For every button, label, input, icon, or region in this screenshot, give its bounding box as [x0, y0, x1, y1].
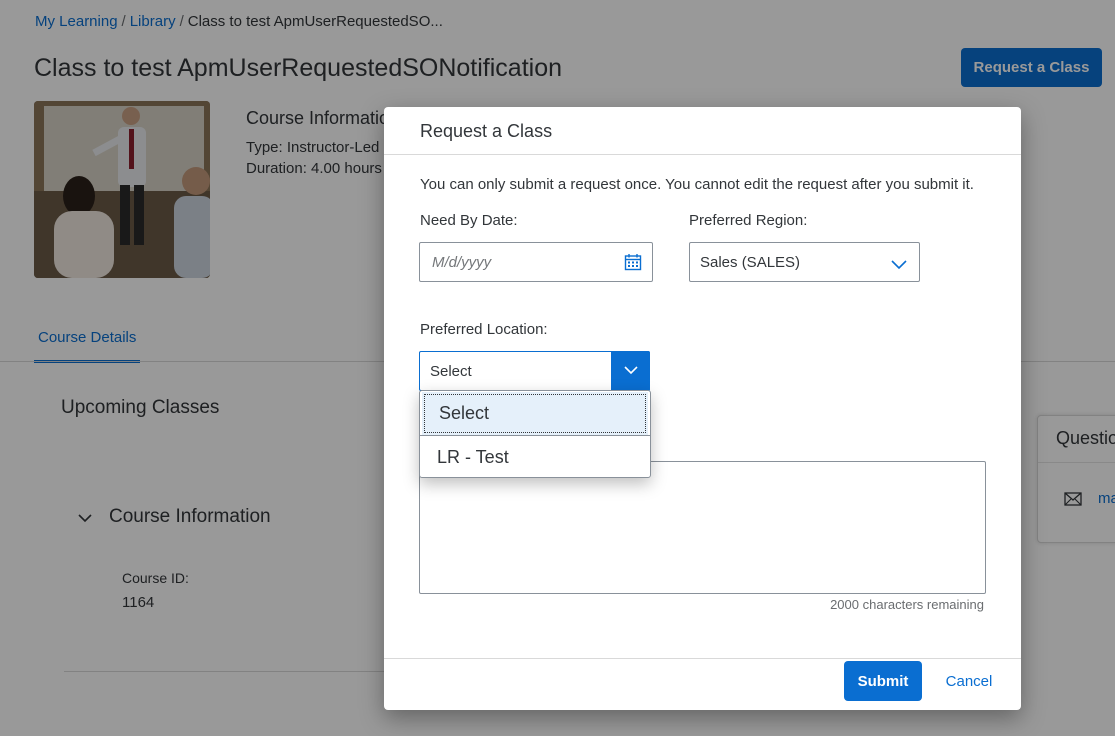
location-dropdown-list: Select LR - Test [419, 390, 651, 478]
dialog-header: Request a Class [384, 107, 1021, 155]
cancel-button[interactable]: Cancel [932, 661, 1006, 701]
location-dropdown-button[interactable] [611, 351, 650, 391]
characters-remaining: 2000 characters remaining [830, 597, 984, 612]
preferred-location-label: Preferred Location: [420, 321, 548, 338]
preferred-location-select[interactable]: Select [419, 351, 650, 391]
dialog-notice: You can only submit a request once. You … [420, 176, 974, 193]
comments-textarea[interactable] [419, 461, 986, 594]
preferred-location-value: Select [430, 363, 472, 380]
need-by-date-label: Need By Date: [420, 212, 518, 229]
dialog-title: Request a Class [420, 121, 553, 141]
preferred-region-label: Preferred Region: [689, 212, 808, 229]
calendar-icon[interactable] [624, 253, 642, 271]
submit-button[interactable]: Submit [844, 661, 922, 701]
preferred-region-value: Sales (SALES) [700, 254, 801, 271]
dialog-footer: Submit Cancel [384, 658, 1021, 710]
need-by-date-input[interactable] [420, 243, 622, 281]
chevron-down-icon [624, 366, 638, 375]
preferred-region-select[interactable]: Sales (SALES) [689, 242, 920, 282]
dropdown-option-select[interactable]: Select [422, 392, 648, 435]
dropdown-option-lr-test[interactable]: LR - Test [420, 435, 650, 478]
need-by-date-field [419, 242, 653, 282]
chevron-down-icon[interactable] [891, 257, 907, 270]
